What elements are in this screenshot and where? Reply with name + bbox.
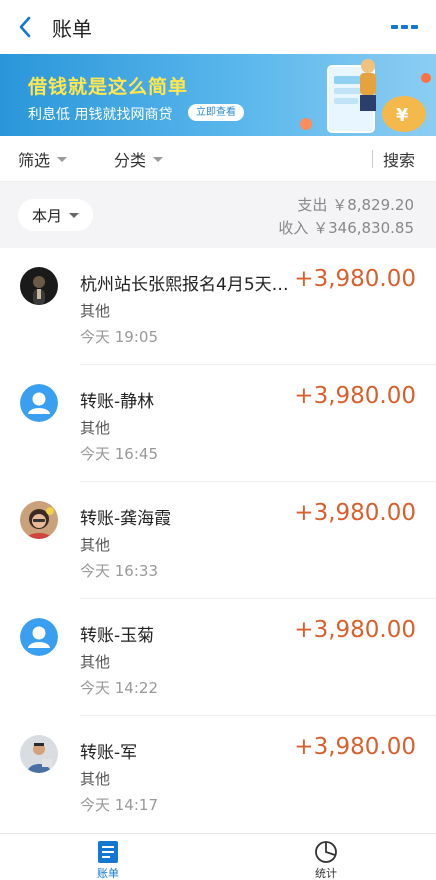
- avatar: [20, 267, 58, 305]
- user-photo-icon: [20, 735, 58, 773]
- transaction-name: 转账-军: [80, 743, 138, 763]
- more-button[interactable]: [390, 14, 420, 40]
- transaction-time: 今天 19:05: [80, 328, 158, 346]
- svg-text:¥: ¥: [396, 105, 409, 126]
- transaction-row[interactable]: 转账-玉菊 +3,980.00 其他 今天 14:22: [0, 599, 436, 716]
- transaction-amount: +3,980.00: [294, 383, 416, 409]
- user-photo-icon: [20, 267, 58, 305]
- transaction-category: 其他: [80, 302, 111, 320]
- transaction-amount: +3,980.00: [294, 266, 416, 292]
- pie-chart-icon: [315, 841, 337, 863]
- banner-illustration: ¥: [300, 59, 431, 133]
- more-dots-icon: [391, 25, 418, 29]
- banner-cta-button[interactable]: 立即查看: [188, 104, 244, 121]
- search-button[interactable]: 搜索: [383, 136, 415, 182]
- avatar: [20, 735, 58, 773]
- month-selector[interactable]: 本月: [18, 199, 94, 231]
- transaction-category: 其他: [80, 419, 111, 437]
- default-user-icon: [20, 618, 58, 656]
- transaction-category: 其他: [80, 770, 111, 788]
- user-photo-icon: [20, 501, 58, 539]
- tab-statistics[interactable]: 统计: [286, 834, 366, 880]
- transaction-amount: +3,980.00: [294, 734, 416, 760]
- tab-label: 账单: [97, 867, 119, 880]
- transaction-time: 今天 14:17: [80, 796, 158, 814]
- expense-total: 支出 ￥8,829.20: [297, 196, 414, 214]
- bill-icon: [98, 841, 118, 863]
- promo-banner[interactable]: 借钱就是这么简单 利息低 用钱就找网商贷 立即查看 ¥: [0, 54, 436, 136]
- transaction-row[interactable]: 转账-龚海霞 +3,980.00 其他 今天 16:33: [0, 482, 436, 599]
- caret-down-icon: [57, 156, 68, 162]
- back-button[interactable]: [0, 0, 50, 54]
- avatar: [20, 618, 58, 656]
- transaction-row[interactable]: 转账-静林 +3,980.00 其他 今天 16:45: [0, 365, 436, 482]
- transaction-row[interactable]: 杭州站长张熙报名4月5天… +3,980.00 其他 今天 19:05: [0, 248, 436, 365]
- transaction-name: 转账-静林: [80, 392, 155, 412]
- page-title: 账单: [52, 16, 92, 41]
- bottom-tab-bar: 账单 统计: [0, 833, 436, 880]
- transaction-row[interactable]: 转账-军 +3,980.00 其他 今天 14:17: [0, 716, 436, 833]
- filter-dropdown[interactable]: 筛选: [18, 136, 68, 182]
- tab-bill[interactable]: 账单: [68, 834, 148, 880]
- transaction-time: 今天 16:33: [80, 562, 158, 580]
- transaction-name: 转账-龚海霞: [80, 509, 172, 529]
- avatar: [20, 501, 58, 539]
- banner-title: 借钱就是这么简单: [28, 76, 189, 98]
- transaction-name: 杭州站长张熙报名4月5天…: [80, 275, 289, 295]
- filter-bar: 筛选 分类 搜索: [0, 136, 436, 182]
- month-summary: 本月 支出 ￥8,829.20 收入 ￥346,830.85: [0, 182, 436, 248]
- transaction-amount: +3,980.00: [294, 617, 416, 643]
- category-dropdown[interactable]: 分类: [114, 136, 164, 182]
- category-label: 分类: [114, 151, 147, 170]
- transaction-list: 杭州站长张熙报名4月5天… +3,980.00 其他 今天 19:05 转账-静…: [0, 248, 436, 833]
- caret-down-icon: [69, 212, 80, 218]
- transaction-time: 今天 14:22: [80, 679, 158, 697]
- banner-subtitle: 利息低 用钱就找网商贷: [28, 107, 173, 123]
- caret-down-icon: [153, 156, 164, 162]
- transaction-category: 其他: [80, 536, 111, 554]
- transaction-name: 转账-玉菊: [80, 626, 155, 646]
- transaction-amount: +3,980.00: [294, 500, 416, 526]
- chevron-left-icon: [19, 16, 31, 38]
- search-label: 搜索: [383, 151, 416, 170]
- filter-label: 筛选: [18, 151, 51, 170]
- transaction-category: 其他: [80, 653, 111, 671]
- avatar: [20, 384, 58, 422]
- default-user-icon: [20, 384, 58, 422]
- income-total: 收入 ￥346,830.85: [278, 219, 414, 237]
- title-bar: 账单: [0, 0, 436, 54]
- month-label: 本月: [32, 206, 63, 225]
- divider: [372, 150, 373, 168]
- transaction-time: 今天 16:45: [80, 445, 158, 463]
- tab-label: 统计: [315, 867, 337, 880]
